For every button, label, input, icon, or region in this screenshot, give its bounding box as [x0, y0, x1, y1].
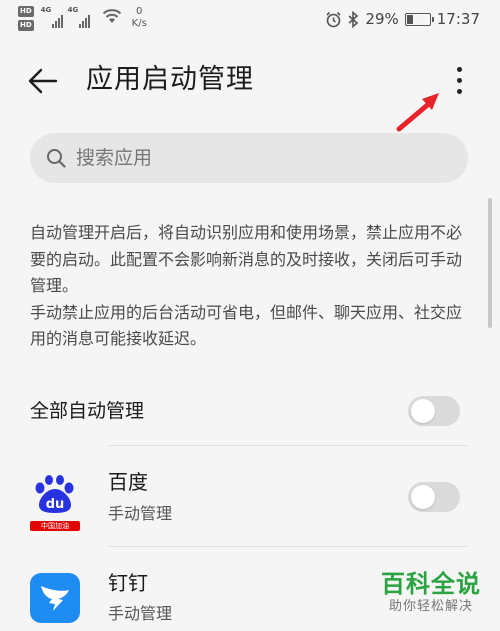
watermark-subtitle: 助你轻松解决 [388, 599, 473, 614]
page-title: 应用启动管理 [86, 64, 254, 95]
all-auto-manage-label: 全部自动管理 [30, 400, 145, 422]
app-row-baidu[interactable]: du 中国加油 百度 手动管理 [0, 446, 500, 546]
alarm-icon [326, 11, 341, 27]
battery-level [406, 14, 413, 24]
all-auto-manage-toggle[interactable] [408, 396, 460, 426]
wifi-icon [102, 9, 121, 23]
more-dot [456, 77, 462, 83]
bluetooth-icon [348, 10, 359, 28]
signal-icon: 4G [67, 6, 90, 28]
more-options-button[interactable] [446, 62, 472, 98]
app-name: 钉钉 [108, 571, 148, 595]
more-dot [456, 88, 462, 94]
baidu-logo-icon: du [30, 472, 80, 522]
app-name: 百度 [108, 470, 148, 494]
app-status: 手动管理 [108, 504, 173, 523]
search-input[interactable] [76, 147, 436, 169]
signal-icon: 4G [40, 6, 63, 28]
battery-percent: 29% [365, 10, 399, 28]
back-arrow-icon [28, 68, 58, 94]
baidu-badge: 中国加油 [30, 521, 80, 531]
description-paragraph: 自动管理开启后，将自动识别应用和使用场景，禁止应用不必要的启动。此配置不会影响新… [30, 223, 463, 295]
network-type-label: 4G [40, 6, 52, 14]
description-paragraph: 手动禁止应用的后台活动可省电，但邮件、聊天应用、社交应用的消息可能接收延迟。 [30, 302, 463, 349]
hd-icon: HD [18, 20, 34, 31]
network-type-label: 4G [67, 6, 79, 14]
annotation-arrow-icon [396, 93, 439, 132]
watermark-logo: 百科全说 助你轻松解决 [366, 570, 496, 616]
more-dot [456, 66, 462, 72]
status-bar: HD HD 4G 4G 0 K/s 29% 17:37 [0, 0, 500, 40]
svg-text:du: du [46, 497, 65, 512]
back-button[interactable] [26, 64, 60, 98]
description: 自动管理开启后，将自动识别应用和使用场景，禁止应用不必要的启动。此配置不会影响新… [30, 220, 470, 353]
all-auto-manage-row[interactable]: 全部自动管理 [0, 380, 500, 444]
hd-icon: HD [18, 6, 34, 17]
baidu-badge-text: 中国加油 [41, 522, 69, 530]
app-status: 手动管理 [108, 604, 173, 623]
network-speed: 0 K/s [131, 6, 147, 29]
watermark-title: 百科全说 [381, 570, 481, 598]
app-toggle-baidu[interactable] [408, 482, 460, 512]
search-icon [46, 147, 68, 169]
search-bar[interactable] [30, 133, 468, 183]
scrollbar[interactable] [488, 198, 492, 328]
dingtalk-logo-icon [30, 573, 80, 623]
battery-icon [404, 12, 434, 26]
clock: 17:37 [436, 10, 480, 28]
